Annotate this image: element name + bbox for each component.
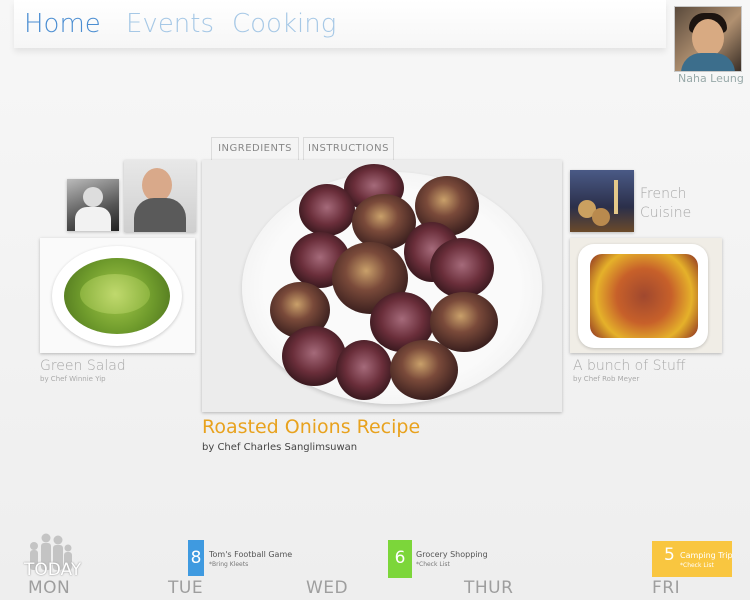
profile-widget[interactable]: Naha Leung — [674, 6, 744, 85]
profile-name: Naha Leung — [678, 72, 744, 85]
tab-events[interactable]: Events — [126, 9, 214, 39]
bunch-of-stuff-photo[interactable] — [570, 238, 722, 353]
today-label: TODAY — [24, 560, 82, 580]
event-title: Tom's Football Game — [209, 550, 293, 559]
french-cuisine-photo[interactable] — [570, 170, 634, 232]
tab-home[interactable]: Home — [24, 9, 101, 39]
bunch-of-stuff-author: by Chef Rob Meyer — [573, 375, 640, 383]
event-grocery[interactable]: 6 Grocery Shopping *Check List — [388, 540, 498, 580]
day-wed[interactable]: WED — [306, 578, 348, 598]
green-salad-author: by Chef Winnie Yip — [40, 375, 106, 383]
event-day-number: 5 — [664, 545, 675, 565]
day-mon[interactable]: MON — [28, 578, 70, 598]
event-note: *Bring Kleets — [209, 561, 249, 568]
event-note: *Check List — [680, 562, 714, 569]
tab-ingredients[interactable]: INGREDIENTS — [211, 137, 299, 160]
day-thur[interactable]: THUR — [464, 578, 513, 598]
event-date-block: 8 — [188, 540, 204, 576]
event-note: *Check List — [416, 561, 450, 568]
green-salad-title[interactable]: Green Salad — [40, 358, 126, 374]
event-day-number: 6 — [394, 548, 406, 568]
event-title: Camping Trip — [680, 551, 733, 560]
chef-photo-small[interactable] — [67, 179, 119, 231]
avatar[interactable] — [674, 6, 742, 72]
tab-instructions[interactable]: INSTRUCTIONS — [303, 137, 394, 160]
chef-photo-large[interactable] — [124, 160, 196, 232]
day-tue[interactable]: TUE — [168, 578, 203, 598]
event-day-number: 8 — [190, 548, 202, 568]
day-fri[interactable]: FRI — [652, 578, 680, 598]
french-cuisine-title-line2[interactable]: Cuisine — [640, 205, 691, 221]
event-camping[interactable]: 5 Camping Trip *Check List — [652, 541, 733, 577]
event-football[interactable]: 8 Tom's Football Game *Bring Kleets — [188, 540, 308, 580]
french-cuisine-title-line1[interactable]: French — [640, 186, 687, 202]
green-salad-photo[interactable] — [40, 238, 195, 353]
roasted-onions-image — [270, 164, 498, 400]
featured-recipe-title[interactable]: Roasted Onions Recipe — [202, 416, 420, 438]
top-nav-bar: Home Events Cooking — [14, 0, 666, 48]
bunch-of-stuff-title[interactable]: A bunch of Stuff — [573, 358, 686, 374]
tab-cooking[interactable]: Cooking — [232, 9, 336, 39]
event-date-block: 6 — [388, 540, 412, 578]
featured-recipe-photo[interactable] — [202, 160, 562, 412]
featured-recipe-author: by Chef Charles Sanglimsuwan — [202, 442, 358, 453]
event-title: Grocery Shopping — [416, 550, 488, 559]
